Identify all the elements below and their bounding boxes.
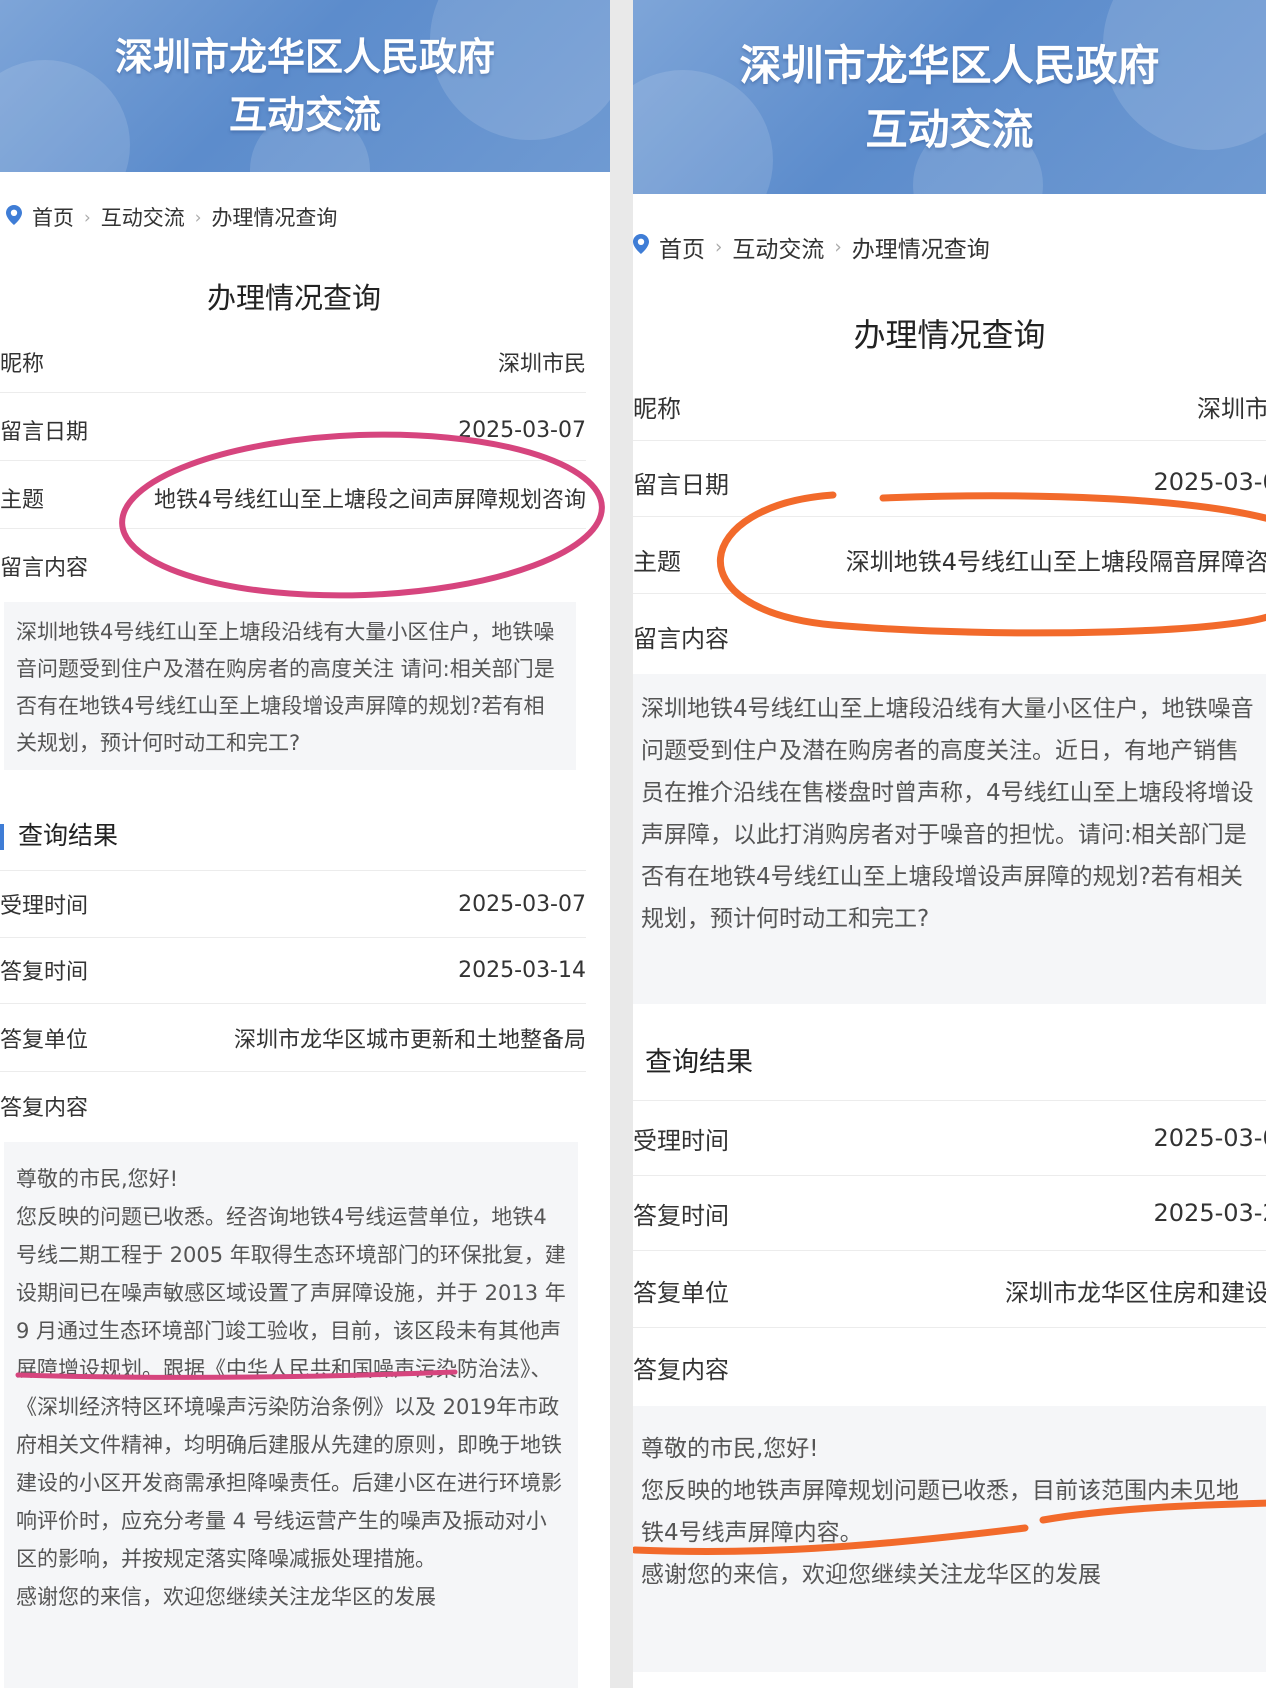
- reply-content: 尊敬的市民,您好! 您反映的问题已收悉。经咨询地铁4号线运营单位，地铁4号线二期…: [4, 1142, 578, 1688]
- nickname-value: 深圳市民: [497, 352, 586, 377]
- date-label: 留言日期: [633, 470, 729, 499]
- site-banner: 深圳市龙华区人民政府 互动交流: [0, 0, 610, 172]
- message-content: 深圳地铁4号线红山至上塘段沿线有大量小区住户，地铁噪音问题受到住户及潜在购房者的…: [633, 674, 1266, 1004]
- page-title: 办理情况查询: [853, 316, 1046, 354]
- reply-time-row: 答复时间 2025-03-14: [0, 937, 586, 1004]
- breadcrumb: 首页 › 互动交流 › 办理情况查询: [633, 230, 990, 264]
- nickname-label: 昵称: [0, 352, 45, 377]
- location-pin-icon: [6, 204, 22, 230]
- date-value: 2025-03-04: [1153, 468, 1266, 496]
- breadcrumb-home[interactable]: 首页: [659, 230, 705, 264]
- reply-greeting: 尊敬的市民,您好!: [16, 1167, 179, 1191]
- reply-body-part: 跟据《中华人民共和国噪声污染防治法》、《深圳经济特区环境噪声污染防治条例》以及 …: [16, 1357, 562, 1571]
- breadcrumb-current: 办理情况查询: [851, 237, 990, 263]
- reply-unit-row: 答复单位 深圳市龙华区住房和建设局: [633, 1253, 1266, 1328]
- message-content: 深圳地铁4号线红山至上塘段沿线有大量小区住户，地铁噪音问题受到住户及潜在购房者的…: [4, 602, 576, 770]
- result-section-title: 查询结果: [645, 1040, 753, 1079]
- nickname-value: 深圳市民: [1197, 394, 1266, 423]
- subject-row: 主题 深圳地铁4号线红山至上塘段隔音屏障咨询: [633, 525, 1266, 594]
- breadcrumb-home[interactable]: 首页: [32, 202, 74, 232]
- breadcrumb: 首页 › 互动交流 › 办理情况查询: [6, 202, 337, 232]
- subject-label: 主题: [633, 547, 681, 576]
- reply-time-label: 答复时间: [633, 1201, 729, 1230]
- banner-subtitle: 互动交流: [228, 93, 381, 137]
- reply-greeting: 尊敬的市民,您好!: [641, 1436, 819, 1462]
- reply-unit-row: 答复单位 深圳市龙华区城市更新和土地整备局: [0, 1005, 586, 1072]
- accept-value: 2025-03-04: [1153, 1124, 1266, 1152]
- reply-label-row: 答复内容: [0, 1073, 586, 1139]
- reply-unit-value: 深圳市龙华区住房和建设局: [1005, 1278, 1266, 1307]
- accept-row: 受理时间 2025-03-07: [0, 870, 586, 938]
- reply-label: 答复内容: [633, 1355, 729, 1384]
- reply-time-value: 2025-03-14: [458, 957, 586, 983]
- reply-body-part: 您反映的地铁声屏障规划问题已收悉，: [641, 1478, 1032, 1504]
- chevron-right-icon: ›: [834, 236, 842, 258]
- accept-label: 受理时间: [633, 1126, 729, 1155]
- date-row: 留言日期 2025-03-07: [0, 400, 586, 461]
- reply-body: 您反映的问题已收悉。经咨询地铁4号线运营单位，地铁4号线二期工程于 2005 年…: [16, 1198, 566, 1578]
- content-label-row: 留言内容: [0, 536, 586, 596]
- result-title-text: 查询结果: [18, 821, 119, 850]
- banner-subtitle: 互动交流: [865, 105, 1034, 154]
- banner-title: 深圳市龙华区人民政府: [739, 41, 1160, 90]
- accept-value: 2025-03-07: [458, 891, 586, 917]
- page-title: 办理情况查询: [206, 281, 381, 315]
- reply-unit-label: 答复单位: [0, 1028, 89, 1053]
- reply-thanks: 感谢您的来信，欢迎您继续关注龙华区的发展: [16, 1585, 436, 1609]
- chevron-right-icon: ›: [194, 207, 202, 227]
- reply-label: 答复内容: [0, 1096, 89, 1121]
- date-row: 留言日期 2025-03-04: [633, 448, 1266, 517]
- right-screenshot: 深圳市龙华区人民政府 互动交流 首页 › 互动交流 › 办理情况查询 办理情况查…: [633, 0, 1266, 1688]
- reply-thanks: 感谢您的来信，欢迎您继续关注龙华区的发展: [641, 1562, 1101, 1588]
- chevron-right-icon: ›: [84, 207, 91, 227]
- content-label: 留言内容: [0, 556, 89, 581]
- subject-value: 地铁4号线红山至上塘段之间声屏障规划咨询: [154, 488, 586, 513]
- reply-label-row: 答复内容: [633, 1330, 1266, 1404]
- subject-row: 主题 地铁4号线红山至上塘段之间声屏障规划咨询: [0, 468, 586, 529]
- reply-time-row: 答复时间 2025-03-21: [633, 1176, 1266, 1251]
- reply-unit-label: 答复单位: [633, 1278, 729, 1307]
- reply-time-label: 答复时间: [0, 960, 89, 985]
- section-accent-bar: [0, 824, 4, 850]
- subject-label: 主题: [0, 488, 45, 513]
- accept-row: 受理时间 2025-03-04: [633, 1100, 1266, 1176]
- subject-value: 深圳地铁4号线红山至上塘段隔音屏障咨询: [845, 547, 1266, 576]
- content-label: 留言内容: [633, 624, 729, 653]
- breadcrumb-interaction[interactable]: 互动交流: [101, 202, 185, 232]
- breadcrumb-current: 办理情况查询: [211, 206, 338, 230]
- content-label-row: 留言内容: [633, 602, 1266, 670]
- nickname-label: 昵称: [633, 394, 681, 423]
- reply-body: 您反映的地铁声屏障规划问题已收悉，目前该范围内未见地铁4号线声屏障内容。: [641, 1470, 1258, 1554]
- result-title-text: 查询结果: [645, 1047, 753, 1078]
- location-pin-icon: [633, 233, 649, 261]
- accept-label: 受理时间: [0, 894, 89, 919]
- reply-content: 尊敬的市民,您好! 您反映的地铁声屏障规划问题已收悉，目前该范围内未见地铁4号线…: [633, 1406, 1266, 1672]
- chevron-right-icon: ›: [715, 236, 723, 258]
- banner-title: 深圳市龙华区人民政府: [114, 35, 495, 79]
- result-section-title: 查询结果: [0, 816, 118, 852]
- nickname-row: 昵称 深圳市民: [633, 372, 1266, 441]
- site-banner: 深圳市龙华区人民政府 互动交流: [633, 0, 1266, 194]
- reply-unit-value: 深圳市龙华区城市更新和土地整备局: [233, 1028, 586, 1053]
- left-screenshot: 深圳市龙华区人民政府 互动交流 首页 › 互动交流 › 办理情况查询 办理情况查…: [0, 0, 610, 1688]
- date-label: 留言日期: [0, 420, 89, 445]
- nickname-row: 昵称 深圳市民: [0, 332, 586, 393]
- reply-time-value: 2025-03-21: [1153, 1199, 1266, 1227]
- date-value: 2025-03-07: [458, 417, 586, 443]
- breadcrumb-interaction[interactable]: 互动交流: [732, 230, 824, 264]
